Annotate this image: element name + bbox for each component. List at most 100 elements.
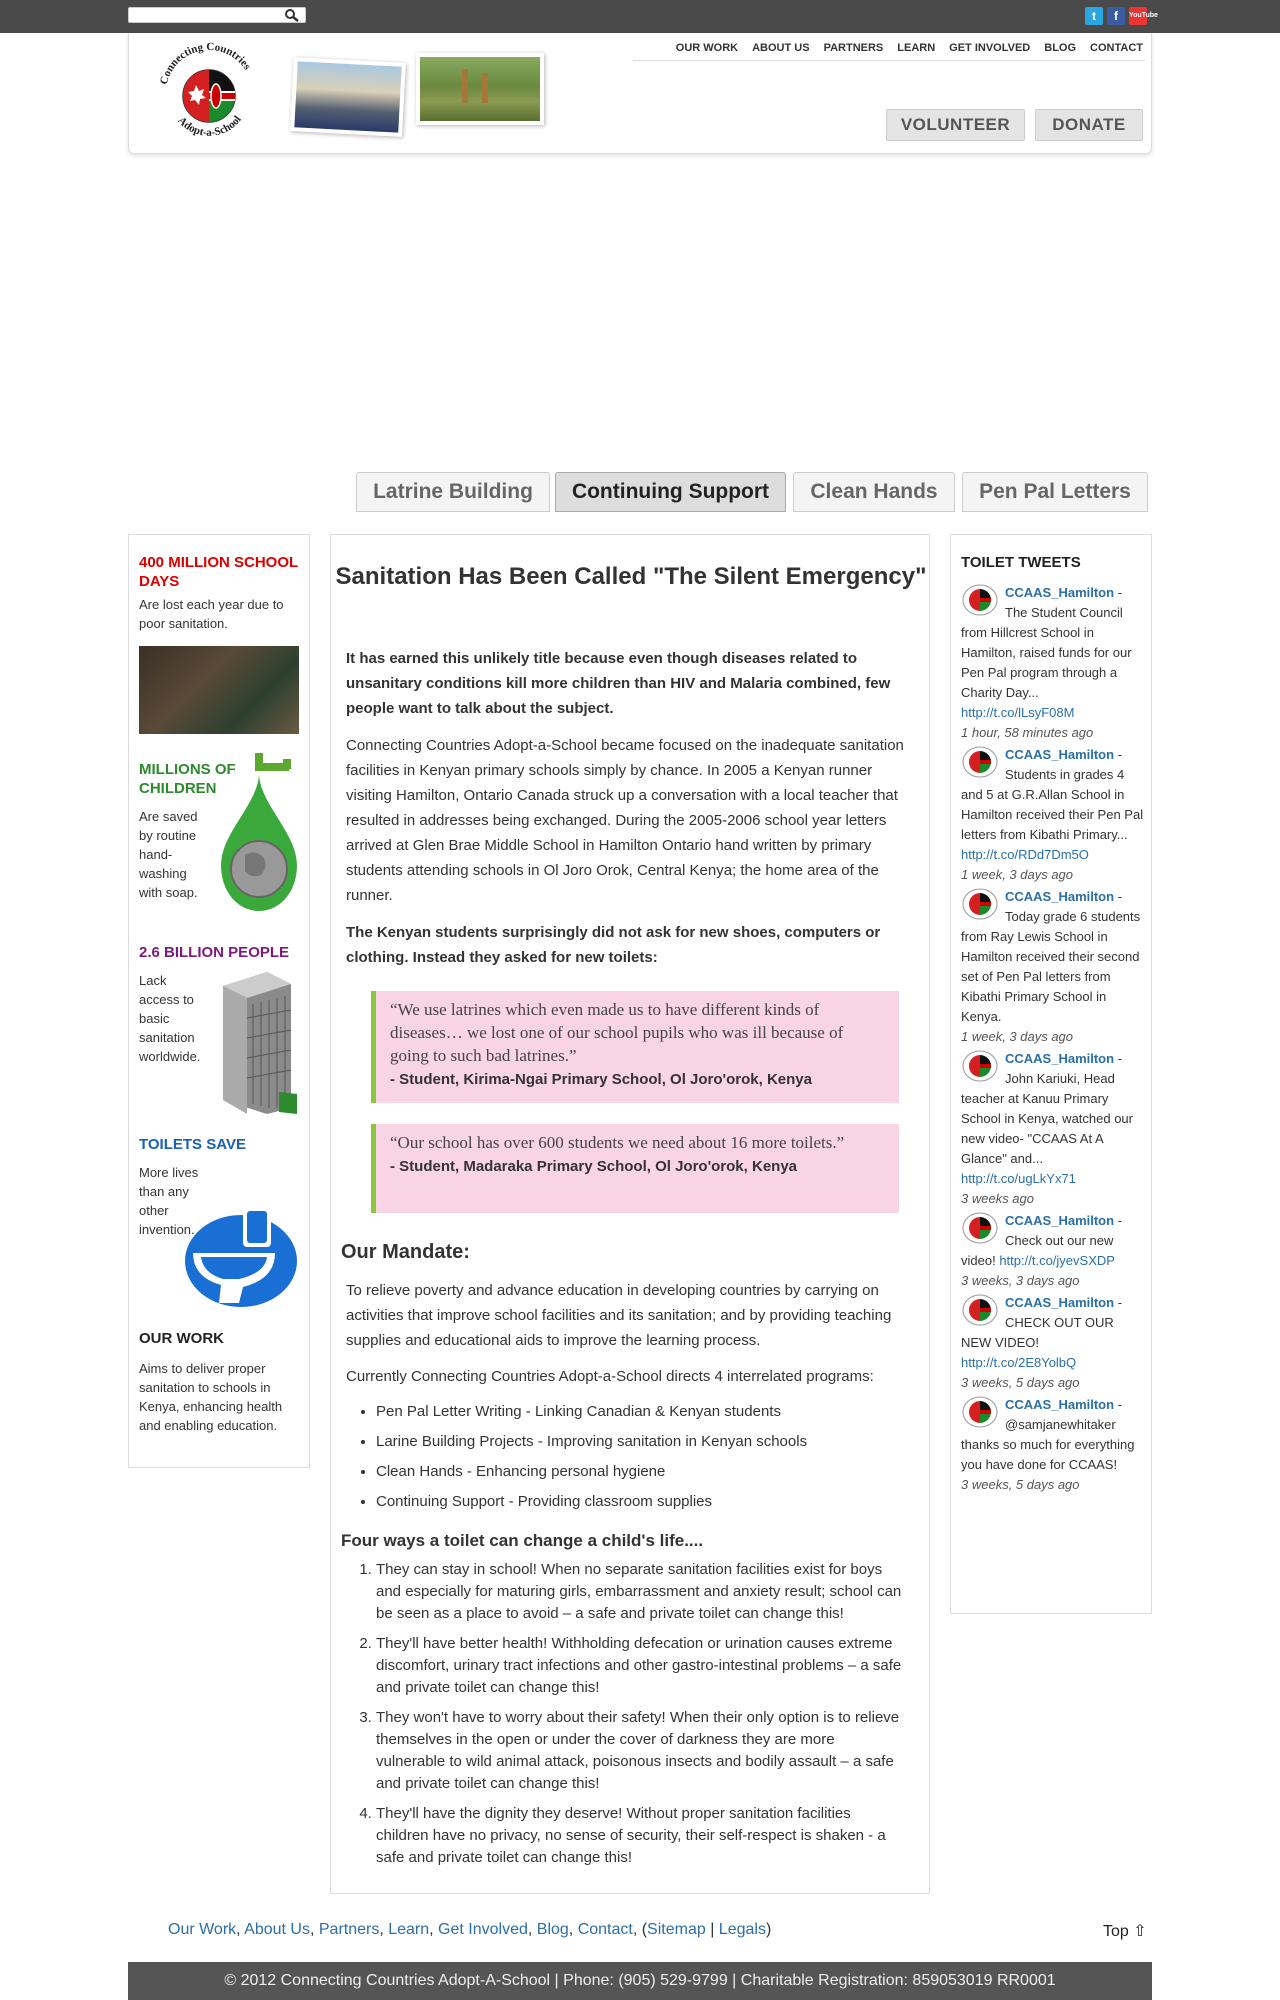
list-item: Pen Pal Letter Writing - Linking Canadia… bbox=[376, 1397, 906, 1427]
copyright-bar: © 2012 Connecting Countries Adopt-A-Scho… bbox=[128, 1962, 1152, 2000]
tweet-link[interactable]: http://t.co/lLsyF08M bbox=[961, 705, 1074, 720]
quote-text: “Our school has over 600 students we nee… bbox=[390, 1133, 845, 1152]
nav-our-work[interactable]: OUR WORK bbox=[676, 42, 738, 54]
nav-contact[interactable]: CONTACT bbox=[1090, 42, 1143, 54]
avatar-icon[interactable] bbox=[961, 1211, 999, 1245]
tweet-text: John Kariuki, Head teacher at Kanuu Prim… bbox=[961, 1071, 1133, 1166]
footer-link-learn[interactable]: Learn bbox=[388, 1921, 429, 1938]
latrine-icon bbox=[223, 972, 297, 1114]
giraffe-photo bbox=[416, 53, 544, 125]
list-item: They can stay in school! When no separat… bbox=[376, 1559, 906, 1625]
four-ways-list: They can stay in school! When no separat… bbox=[376, 1559, 906, 1877]
tweet-item: CCAAS_Hamilton - The Student Council fro… bbox=[961, 583, 1146, 743]
tweet-item: CCAAS_Hamilton - John Kariuki, Head teac… bbox=[961, 1049, 1146, 1209]
list-item: Clean Hands - Enhancing personal hygiene bbox=[376, 1457, 906, 1487]
tweet-text: The Student Council from Hillcrest Schoo… bbox=[961, 605, 1132, 700]
tweet-item: CCAAS_Hamilton - Students in grades 4 an… bbox=[961, 745, 1146, 885]
quote-text: “We use latrines which even made us to h… bbox=[390, 1000, 844, 1065]
nav-blog[interactable]: BLOG bbox=[1044, 42, 1076, 54]
student-quote: “We use latrines which even made us to h… bbox=[371, 991, 899, 1103]
quote-attribution: - Student, Madaraka Primary School, Ol J… bbox=[390, 1158, 798, 1175]
tab-latrine-building[interactable]: Latrine Building bbox=[356, 472, 550, 512]
avatar-icon[interactable] bbox=[961, 745, 999, 779]
tweet-user-link[interactable]: CCAAS_Hamilton bbox=[1005, 1051, 1114, 1066]
tab-clean-hands[interactable]: Clean Hands bbox=[793, 472, 955, 512]
main-content: Sanitation Has Been Called "The Silent E… bbox=[330, 534, 930, 1894]
tweet-user-link[interactable]: CCAAS_Hamilton bbox=[1005, 585, 1114, 600]
fact-title: TOILETS SAVE bbox=[139, 1136, 246, 1153]
fact-school-days: 400 MILLION SCHOOL DAYS Are lost each ye… bbox=[139, 553, 299, 633]
tweet-user-link[interactable]: CCAAS_Hamilton bbox=[1005, 889, 1114, 904]
tweet-link[interactable]: http://t.co/2E8YolbQ bbox=[961, 1355, 1076, 1370]
nav-partners[interactable]: PARTNERS bbox=[824, 42, 884, 54]
mandate-paragraph: To relieve poverty and advance education… bbox=[346, 1282, 892, 1349]
tab-pen-pal-letters[interactable]: Pen Pal Letters bbox=[962, 472, 1148, 512]
footer-link-partners[interactable]: Partners bbox=[319, 1921, 379, 1938]
nav-learn[interactable]: LEARN bbox=[897, 42, 935, 54]
tweet-item: CCAAS_Hamilton - Today grade 6 students … bbox=[961, 887, 1146, 1047]
tweet-link[interactable]: http://t.co/jyevSXDP bbox=[999, 1253, 1115, 1268]
site-header: Connecting Countries Adopt-a-School OUR … bbox=[128, 33, 1152, 154]
tab-continuing-support[interactable]: Continuing Support bbox=[555, 472, 786, 512]
footer-link-get-involved[interactable]: Get Involved bbox=[438, 1921, 528, 1938]
list-item: Continuing Support - Providing classroom… bbox=[376, 1487, 906, 1517]
mandate-heading: Our Mandate: bbox=[341, 1241, 470, 1263]
logo-icon[interactable]: Connecting Countries Adopt-a-School bbox=[154, 41, 264, 146]
tweet-time: 3 weeks, 5 days ago bbox=[961, 1477, 1080, 1492]
fact-our-work: OUR WORK Aims to deliver proper sanitati… bbox=[139, 1329, 304, 1435]
avatar-icon[interactable] bbox=[961, 1293, 999, 1327]
nav-about-us[interactable]: ABOUT US bbox=[752, 42, 809, 54]
fact-text: Lack access to basic sanitation worldwid… bbox=[139, 973, 201, 1064]
tweet-link[interactable]: http://t.co/RDd7Dm5O bbox=[961, 847, 1089, 862]
tweet-item: CCAAS_Hamilton - CHECK OUT OUR NEW VIDEO… bbox=[961, 1293, 1146, 1393]
list-item: They won't have to worry about their saf… bbox=[376, 1707, 906, 1795]
avatar-icon[interactable] bbox=[961, 1395, 999, 1429]
twitter-icon[interactable]: t bbox=[1085, 7, 1103, 25]
tweets-sidebar: TOILET TWEETS CCAAS_Hamilton - The Stude… bbox=[950, 534, 1152, 1614]
tweet-text: Today grade 6 students from Ray Lewis Sc… bbox=[961, 909, 1141, 1024]
avatar-icon[interactable] bbox=[961, 583, 999, 617]
facts-sidebar: 400 MILLION SCHOOL DAYS Are lost each ye… bbox=[128, 534, 310, 1468]
tweet-user-link[interactable]: CCAAS_Hamilton bbox=[1005, 1295, 1114, 1310]
tweets-heading: TOILET TWEETS bbox=[961, 554, 1081, 571]
fact-text: Are lost each year due to poor sanitatio… bbox=[139, 597, 284, 631]
footer-link-blog[interactable]: Blog bbox=[537, 1921, 569, 1938]
fact-title: 2.6 BILLION PEOPLE bbox=[139, 944, 290, 961]
fact-title: OUR WORK bbox=[139, 1330, 224, 1347]
tweet-user-link[interactable]: CCAAS_Hamilton bbox=[1005, 747, 1114, 762]
programs-intro: Currently Connecting Countries Adopt-a-S… bbox=[346, 1368, 874, 1385]
footer-link-legals[interactable]: Legals bbox=[719, 1921, 766, 1938]
main-nav: OUR WORK ABOUT US PARTNERS LEARN GET INV… bbox=[676, 42, 1143, 54]
top-bar: t f YouTube bbox=[0, 0, 1280, 33]
footer-link-sitemap[interactable]: Sitemap bbox=[647, 1921, 706, 1938]
list-item: They'll have the dignity they deserve! W… bbox=[376, 1803, 906, 1869]
footer-link-contact[interactable]: Contact bbox=[578, 1921, 633, 1938]
avatar-icon[interactable] bbox=[961, 887, 999, 921]
donate-button[interactable]: DONATE bbox=[1035, 109, 1143, 141]
avatar-icon[interactable] bbox=[961, 1049, 999, 1083]
list-item: Larine Building Projects - Improving san… bbox=[376, 1427, 906, 1457]
water-drop-globe-icon bbox=[221, 753, 297, 911]
tweet-user-link[interactable]: CCAAS_Hamilton bbox=[1005, 1397, 1114, 1412]
youtube-icon[interactable]: YouTube bbox=[1129, 7, 1158, 25]
facebook-icon[interactable]: f bbox=[1107, 7, 1125, 25]
tweet-link[interactable]: http://t.co/ugLkYx71 bbox=[961, 1171, 1076, 1186]
toilet-icon bbox=[185, 1207, 297, 1307]
nav-get-involved[interactable]: GET INVOLVED bbox=[949, 42, 1030, 54]
back-to-top-link[interactable]: Top ⇧ bbox=[1103, 1921, 1147, 1941]
nav-divider bbox=[633, 60, 1145, 61]
toilets-request-paragraph: The Kenyan students surprisingly did not… bbox=[346, 924, 881, 966]
search-icon[interactable] bbox=[283, 8, 301, 22]
footer-nav: Our Work, About Us, Partners, Learn, Get… bbox=[168, 1921, 772, 1938]
tweet-user-link[interactable]: CCAAS_Hamilton bbox=[1005, 1213, 1114, 1228]
tweet-item: CCAAS_Hamilton - @samjanewhitaker thanks… bbox=[961, 1395, 1146, 1495]
classroom-photo bbox=[139, 646, 299, 734]
quote-attribution: - Student, Kirima-Ngai Primary School, O… bbox=[390, 1071, 812, 1088]
search-input[interactable] bbox=[128, 7, 306, 23]
programs-list: Pen Pal Letter Writing - Linking Canadia… bbox=[376, 1397, 906, 1517]
tweet-list: CCAAS_Hamilton - The Student Council fro… bbox=[961, 583, 1146, 1497]
intro-paragraph: It has earned this unlikely title becaus… bbox=[346, 650, 891, 717]
footer-link-about-us[interactable]: About Us bbox=[244, 1921, 310, 1938]
footer-link-our-work[interactable]: Our Work bbox=[168, 1921, 236, 1938]
volunteer-button[interactable]: VOLUNTEER bbox=[886, 109, 1025, 141]
